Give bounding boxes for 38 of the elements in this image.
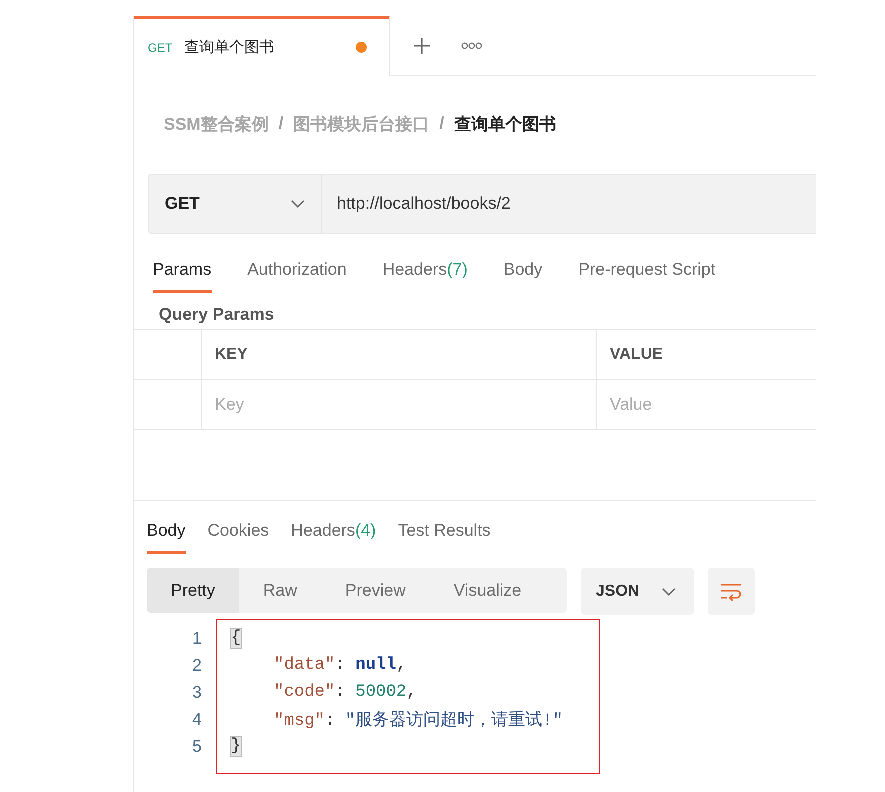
response-tab-item[interactable]: Test Results [398,515,491,554]
table-input[interactable]: Key [215,394,395,414]
column-header: VALUE [610,346,664,364]
breadcrumb-item: 查询单个图书 [454,114,556,136]
response-tab-item[interactable]: Body [147,515,186,554]
caret-icon [662,588,676,596]
breadcrumb-separator: / [440,114,444,134]
tab-title: 查询单个图书 [184,38,276,57]
request-tab-item[interactable]: Pre-request Script [578,254,716,293]
request-tab-item[interactable]: Body [504,254,543,293]
request-tab-item[interactable]: Authorization [248,254,347,293]
response-tab-item[interactable]: Cookies [208,515,270,554]
line-number: 5 [192,736,202,756]
table-input[interactable]: Value [610,394,790,414]
wrap-lines-icon [719,582,744,602]
breadcrumb-separator: / [278,114,284,134]
request-tab-item[interactable]: Params [153,254,212,293]
plus-icon[interactable] [413,36,431,54]
code-line: "msg": "服务器访问超时，请重试!" [274,710,564,731]
line-number: 1 [192,628,202,648]
line-number: 4 [192,710,202,730]
request-tab[interactable]: GET 查询单个图书 [134,16,390,76]
column-header: KEY [215,346,248,364]
view-mode-button[interactable]: Visualize [430,568,546,613]
code-line: "code": 50002, [274,683,417,702]
line-number: 2 [192,656,202,676]
method-label: GET [148,40,173,54]
wrap-button[interactable] [708,568,755,615]
more-icon[interactable] [461,42,483,50]
format-dropdown[interactable]: JSON [581,568,694,615]
view-mode-button[interactable]: Pretty [147,568,240,613]
section-title: Query Params [158,304,276,326]
response-tab-item[interactable]: Headers(4) [291,515,376,554]
view-mode-button[interactable]: Raw [239,568,322,613]
line-number: 3 [192,682,202,702]
code-line: "data": null, [274,656,407,675]
request-tab-item[interactable]: Headers(7) [382,254,468,293]
view-mode-button[interactable]: Preview [321,568,430,613]
